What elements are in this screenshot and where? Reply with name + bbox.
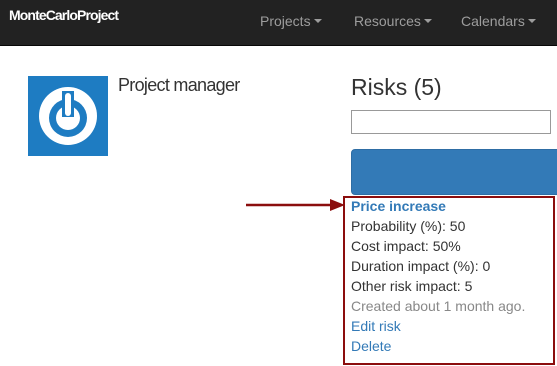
top-navbar: MonteCarloProject Projects Resources Cal…	[0, 0, 557, 46]
add-risk-button[interactable]	[351, 149, 557, 195]
nav-calendars-dropdown[interactable]: Calendars	[461, 13, 536, 29]
nav-resources-label: Resources	[354, 13, 421, 29]
risk-duration-impact: Duration impact (%): 0	[351, 258, 491, 274]
risk-other-impact: Other risk impact: 5	[351, 278, 473, 294]
edit-risk-link[interactable]: Edit risk	[351, 318, 401, 334]
chevron-down-icon	[313, 19, 322, 24]
risk-created-timestamp: Created about 1 month ago.	[351, 298, 526, 314]
nav-projects-dropdown[interactable]: Projects	[260, 13, 322, 29]
avatar	[28, 76, 108, 156]
risk-name-link[interactable]: Price increase	[351, 198, 446, 214]
power-icon	[39, 87, 97, 145]
risk-search-input[interactable]	[351, 110, 551, 134]
risk-cost-impact: Cost impact: 50%	[351, 238, 461, 254]
brand-link[interactable]: MonteCarloProject	[9, 7, 119, 23]
chevron-down-icon	[423, 19, 432, 24]
nav-resources-dropdown[interactable]: Resources	[354, 13, 432, 29]
nav-projects-label: Projects	[260, 13, 311, 29]
delete-risk-link[interactable]: Delete	[351, 338, 391, 354]
nav-calendars-label: Calendars	[461, 13, 525, 29]
page-title: Project manager	[118, 75, 240, 95]
risks-heading: Risks (5)	[351, 74, 442, 100]
risk-probability: Probability (%): 50	[351, 218, 466, 234]
chevron-down-icon	[527, 19, 536, 24]
arrow-right-icon	[246, 199, 345, 211]
